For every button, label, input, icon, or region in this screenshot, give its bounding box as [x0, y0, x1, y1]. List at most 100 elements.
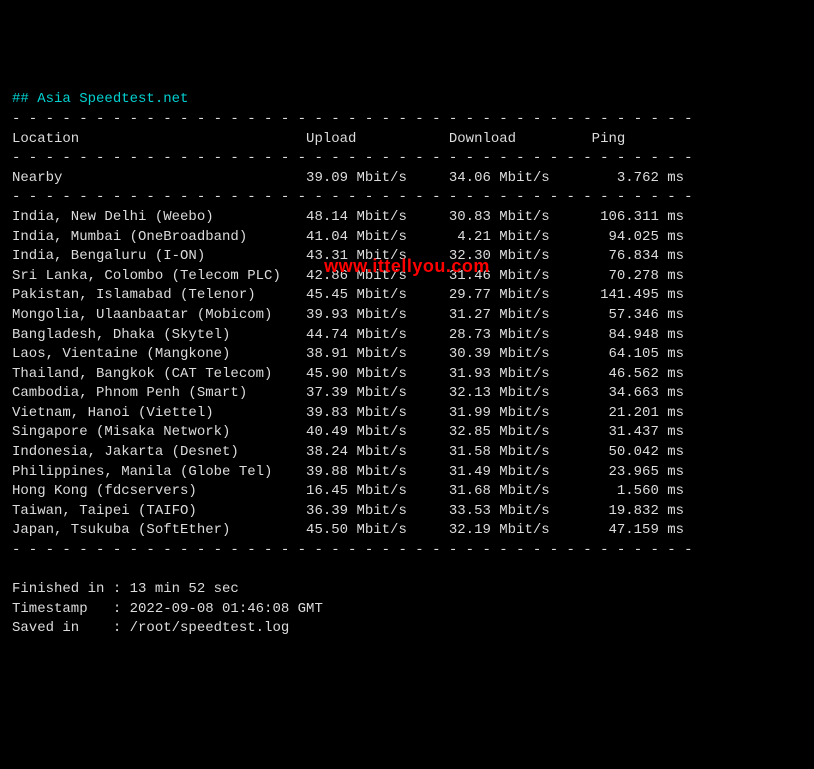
table-row: Taiwan, Taipei (TAIFO)36.39 Mbit/s33.53 … — [12, 502, 802, 522]
cell-ping: 84.948 ms — [592, 326, 684, 346]
cell-ping: 3.762 ms — [592, 169, 684, 189]
cell-upload: 45.50 Mbit/s — [306, 521, 449, 541]
value-ping: 84.948 — [592, 326, 659, 346]
table-row: Hong Kong (fdcservers)16.45 Mbit/s31.68 … — [12, 482, 802, 502]
cell-download: 31.68 Mbit/s — [449, 482, 592, 502]
table-row: India, Mumbai (OneBroadband)41.04 Mbit/s… — [12, 228, 802, 248]
terminal-output: ## Asia Speedtest.net- - - - - - - - - -… — [12, 90, 802, 639]
cell-location: India, New Delhi (Weebo) — [12, 208, 306, 228]
cell-upload: 42.86 Mbit/s — [306, 267, 449, 287]
cell-download: 29.77 Mbit/s — [449, 286, 592, 306]
value-upload: 40.49 — [306, 423, 348, 443]
value-upload: 39.93 — [306, 306, 348, 326]
cell-download: 31.93 Mbit/s — [449, 365, 592, 385]
cell-download: 30.39 Mbit/s — [449, 345, 592, 365]
value-download: 4.21 — [449, 228, 491, 248]
value-upload: 41.04 — [306, 228, 348, 248]
value-download: 34.06 — [449, 169, 491, 189]
cell-location: Bangladesh, Dhaka (Skytel) — [12, 326, 306, 346]
table-header: LocationUploadDownloadPing — [12, 130, 802, 150]
cell-download: 32.85 Mbit/s — [449, 423, 592, 443]
footer-saved: Saved in : /root/speedtest.log — [12, 619, 802, 639]
value-download: 28.73 — [449, 326, 491, 346]
value-upload: 48.14 — [306, 208, 348, 228]
cell-ping: 47.159 ms — [592, 521, 684, 541]
value-ping: 141.495 — [592, 286, 659, 306]
cell-upload: 43.31 Mbit/s — [306, 247, 449, 267]
cell-download: 32.30 Mbit/s — [449, 247, 592, 267]
cell-upload: 16.45 Mbit/s — [306, 482, 449, 502]
cell-ping: 141.495 ms — [592, 286, 684, 306]
cell-upload: 44.74 Mbit/s — [306, 326, 449, 346]
value-upload: 45.45 — [306, 286, 348, 306]
value-ping: 21.201 — [592, 404, 659, 424]
value-ping: 76.834 — [592, 247, 659, 267]
cell-download: 32.13 Mbit/s — [449, 384, 592, 404]
cell-location: Mongolia, Ulaanbaatar (Mobicom) — [12, 306, 306, 326]
cell-location: Singapore (Misaka Network) — [12, 423, 306, 443]
table-row: Indonesia, Jakarta (Desnet)38.24 Mbit/s3… — [12, 443, 802, 463]
value-upload: 37.39 — [306, 384, 348, 404]
cell-upload: 41.04 Mbit/s — [306, 228, 449, 248]
cell-download: 32.19 Mbit/s — [449, 521, 592, 541]
cell-ping: 76.834 ms — [592, 247, 684, 267]
value-upload: 36.39 — [306, 502, 348, 522]
value-download: 32.85 — [449, 423, 491, 443]
footer-finished: Finished in : 13 min 52 sec — [12, 580, 802, 600]
value-ping: 19.832 — [592, 502, 659, 522]
cell-download: 31.49 Mbit/s — [449, 463, 592, 483]
header-upload: Upload — [306, 130, 449, 150]
value-ping: 46.562 — [592, 365, 659, 385]
value-upload: 42.86 — [306, 267, 348, 287]
value-download: 30.83 — [449, 208, 491, 228]
cell-upload: 40.49 Mbit/s — [306, 423, 449, 443]
cell-location: Pakistan, Islamabad (Telenor) — [12, 286, 306, 306]
cell-location: Japan, Tsukuba (SoftEther) — [12, 521, 306, 541]
value-download: 32.30 — [449, 247, 491, 267]
cell-download: 31.46 Mbit/s — [449, 267, 592, 287]
value-download: 30.39 — [449, 345, 491, 365]
cell-ping: 64.105 ms — [592, 345, 684, 365]
table-row: Singapore (Misaka Network)40.49 Mbit/s32… — [12, 423, 802, 443]
cell-download: 31.27 Mbit/s — [449, 306, 592, 326]
value-upload: 44.74 — [306, 326, 348, 346]
value-download: 31.49 — [449, 463, 491, 483]
divider: - - - - - - - - - - - - - - - - - - - - … — [12, 541, 802, 561]
divider: - - - - - - - - - - - - - - - - - - - - … — [12, 110, 802, 130]
value-ping: 106.311 — [592, 208, 659, 228]
header-location: Location — [12, 130, 306, 150]
cell-download: 33.53 Mbit/s — [449, 502, 592, 522]
nearby-row: Nearby39.09 Mbit/s34.06 Mbit/s3.762 ms — [12, 169, 802, 189]
table-row: Vietnam, Hanoi (Viettel)39.83 Mbit/s31.9… — [12, 404, 802, 424]
cell-location: Cambodia, Phnom Penh (Smart) — [12, 384, 306, 404]
value-upload: 43.31 — [306, 247, 348, 267]
divider: - - - - - - - - - - - - - - - - - - - - … — [12, 149, 802, 169]
cell-download: 30.83 Mbit/s — [449, 208, 592, 228]
value-upload: 38.24 — [306, 443, 348, 463]
cell-location: India, Mumbai (OneBroadband) — [12, 228, 306, 248]
cell-upload: 38.24 Mbit/s — [306, 443, 449, 463]
value-ping: 34.663 — [592, 384, 659, 404]
value-upload: 16.45 — [306, 482, 348, 502]
value-ping: 1.560 — [592, 482, 659, 502]
table-row: Laos, Vientaine (Mangkone)38.91 Mbit/s30… — [12, 345, 802, 365]
value-download: 33.53 — [449, 502, 491, 522]
cell-ping: 70.278 ms — [592, 267, 684, 287]
cell-location: Hong Kong (fdcservers) — [12, 482, 306, 502]
divider: - - - - - - - - - - - - - - - - - - - - … — [12, 188, 802, 208]
value-download: 31.46 — [449, 267, 491, 287]
value-download: 32.13 — [449, 384, 491, 404]
cell-ping: 106.311 ms — [592, 208, 684, 228]
cell-upload: 48.14 Mbit/s — [306, 208, 449, 228]
table-row: Thailand, Bangkok (CAT Telecom)45.90 Mbi… — [12, 365, 802, 385]
value-ping: 31.437 — [592, 423, 659, 443]
cell-ping: 34.663 ms — [592, 384, 684, 404]
cell-location: Philippines, Manila (Globe Tel) — [12, 463, 306, 483]
cell-ping: 94.025 ms — [592, 228, 684, 248]
cell-download: 31.99 Mbit/s — [449, 404, 592, 424]
value-upload: 45.50 — [306, 521, 348, 541]
table-row: Bangladesh, Dhaka (Skytel)44.74 Mbit/s28… — [12, 326, 802, 346]
table-row: India, Bengaluru (I-ON)43.31 Mbit/s32.30… — [12, 247, 802, 267]
cell-download: 34.06 Mbit/s — [449, 169, 592, 189]
cell-location: Taiwan, Taipei (TAIFO) — [12, 502, 306, 522]
